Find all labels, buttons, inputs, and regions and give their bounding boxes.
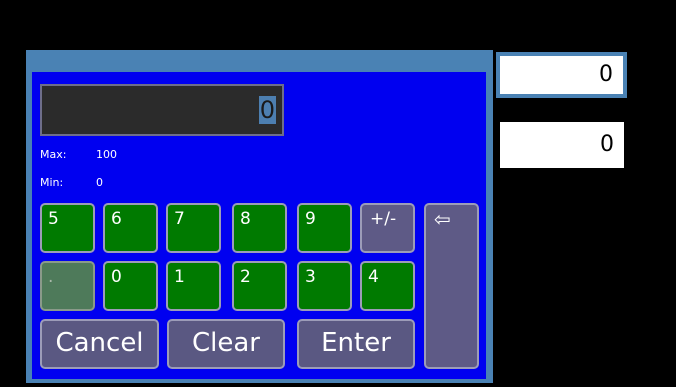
numeric-keypad-dialog: 0 Max: 100 Min: 0 5 6 7 8 9 +/- . 0 1 2 … (26, 50, 493, 383)
max-value: 100 (96, 148, 117, 161)
max-label: Max: (40, 148, 67, 161)
key-plus-minus-label: +/- (370, 209, 397, 229)
min-label: Min: (40, 176, 64, 189)
key-3[interactable]: 3 (297, 261, 352, 311)
key-6[interactable]: 6 (103, 203, 158, 253)
min-value: 0 (96, 176, 103, 189)
value-display[interactable]: 0 (40, 84, 284, 136)
key-8[interactable]: 8 (232, 203, 287, 253)
key-6-label: 6 (111, 209, 122, 229)
clear-button[interactable]: Clear (167, 319, 285, 369)
key-7-label: 7 (174, 209, 185, 229)
numeric-field-2[interactable]: 0 (500, 122, 624, 168)
key-2-label: 2 (240, 267, 251, 287)
key-0-label: 0 (111, 267, 122, 287)
key-5-label: 5 (48, 209, 59, 229)
key-8-label: 8 (240, 209, 251, 229)
backspace-icon: ⇦ (434, 207, 451, 231)
key-4[interactable]: 4 (360, 261, 415, 311)
key-4-label: 4 (368, 267, 379, 287)
key-5[interactable]: 5 (40, 203, 95, 253)
keypad-body: 0 Max: 100 Min: 0 5 6 7 8 9 +/- . 0 1 2 … (32, 72, 486, 379)
key-plus-minus[interactable]: +/- (360, 203, 415, 253)
key-3-label: 3 (305, 267, 316, 287)
key-2[interactable]: 2 (232, 261, 287, 311)
enter-button[interactable]: Enter (297, 319, 415, 369)
key-9[interactable]: 9 (297, 203, 352, 253)
key-decimal-label: . (48, 267, 54, 287)
cancel-button[interactable]: Cancel (40, 319, 159, 369)
key-1[interactable]: 1 (166, 261, 221, 311)
key-7[interactable]: 7 (166, 203, 221, 253)
key-decimal[interactable]: . (40, 261, 95, 311)
key-0[interactable]: 0 (103, 261, 158, 311)
backspace-button[interactable]: ⇦ (424, 203, 479, 369)
display-value: 0 (258, 96, 276, 124)
key-1-label: 1 (174, 267, 185, 287)
numeric-field-1[interactable]: 0 (496, 52, 627, 98)
key-9-label: 9 (305, 209, 316, 229)
